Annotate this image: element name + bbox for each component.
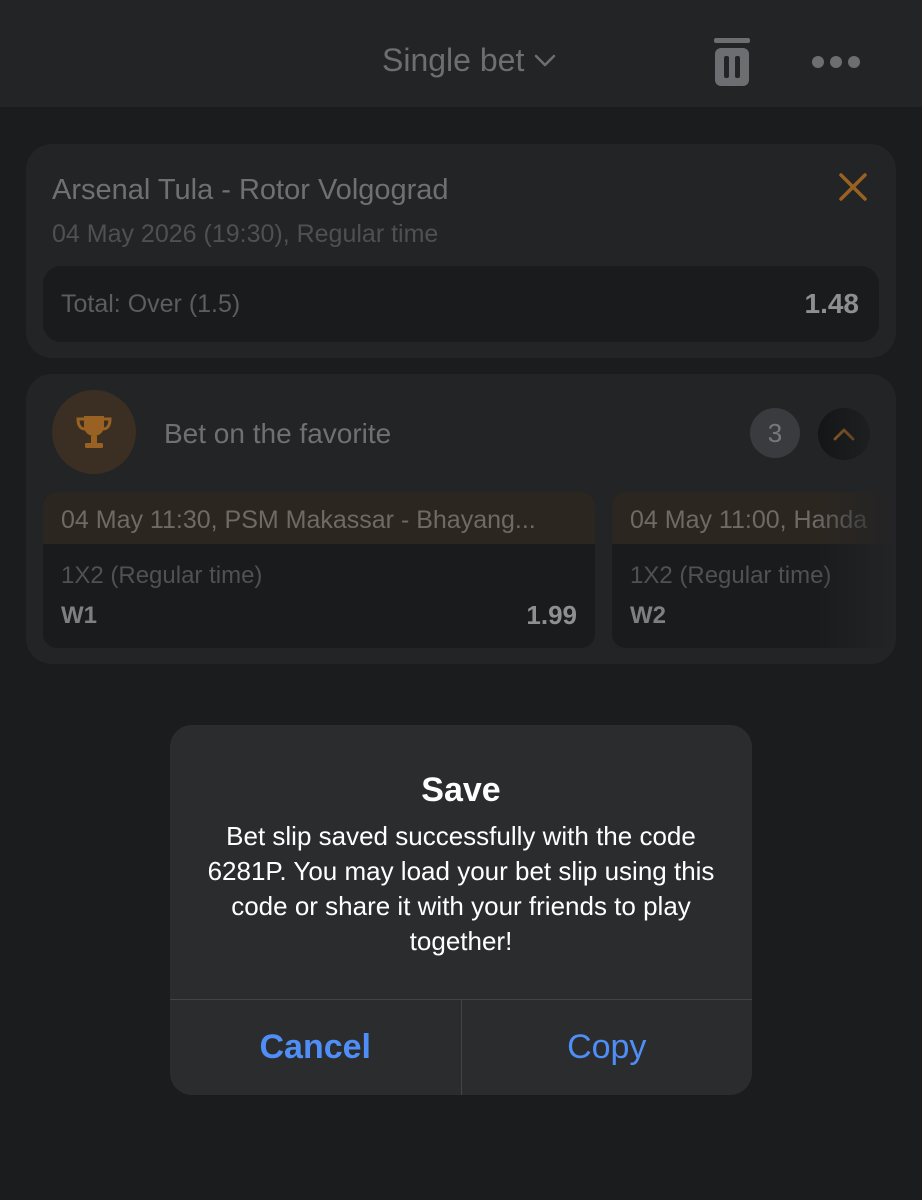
match-datetime: 04 May 2026 (19:30), Regular time bbox=[52, 220, 439, 248]
favorite-bet-card[interactable]: 04 May 11:30, PSM Makassar - Bhayang... … bbox=[43, 492, 595, 648]
favorite-bet-odds: 1.99 bbox=[526, 600, 577, 630]
close-icon[interactable] bbox=[838, 172, 868, 202]
trophy-badge bbox=[52, 390, 136, 474]
trash-icon[interactable] bbox=[714, 38, 750, 86]
copy-button[interactable]: Copy bbox=[462, 1000, 753, 1095]
save-dialog: Save Bet slip saved successfully with th… bbox=[170, 725, 752, 1095]
bet-card: Arsenal Tula - Rotor Volgograd 04 May 20… bbox=[26, 144, 896, 358]
dialog-actions: Cancel Copy bbox=[170, 999, 752, 1095]
trophy-icon bbox=[76, 416, 112, 448]
chevron-down-icon bbox=[535, 54, 556, 66]
favorite-count-badge: 3 bbox=[750, 408, 800, 458]
favorite-section: Bet on the favorite 3 04 May 11:30, PSM … bbox=[26, 374, 896, 664]
favorite-bet-market: 1X2 (Regular time) bbox=[630, 562, 832, 589]
dialog-message: Bet slip saved successfully with the cod… bbox=[207, 821, 715, 956]
favorite-bet-header: 04 May 11:30, PSM Makassar - Bhayang... bbox=[43, 492, 595, 544]
bet-type-selector[interactable]: Single bet bbox=[382, 42, 556, 79]
top-bar: Single bet bbox=[0, 0, 922, 108]
match-title: Arsenal Tula - Rotor Volgograd bbox=[52, 174, 449, 206]
bet-type-label: Single bet bbox=[382, 42, 525, 78]
more-icon[interactable] bbox=[810, 54, 862, 70]
dialog-title: Save bbox=[421, 771, 501, 809]
bet-outcome-row[interactable]: Total: Over (1.5) 1.48 bbox=[43, 266, 879, 342]
favorite-bet-outcome: W2 bbox=[630, 602, 666, 629]
favorite-bet-outcome: W1 bbox=[61, 602, 97, 629]
favorite-title: Bet on the favorite bbox=[164, 418, 392, 449]
favorite-bet-market: 1X2 (Regular time) bbox=[61, 562, 263, 589]
bet-outcome-label: Total: Over (1.5) bbox=[61, 290, 241, 318]
cancel-button[interactable]: Cancel bbox=[170, 1000, 462, 1095]
bet-odds: 1.48 bbox=[804, 288, 860, 319]
scroll-fade bbox=[816, 374, 896, 664]
